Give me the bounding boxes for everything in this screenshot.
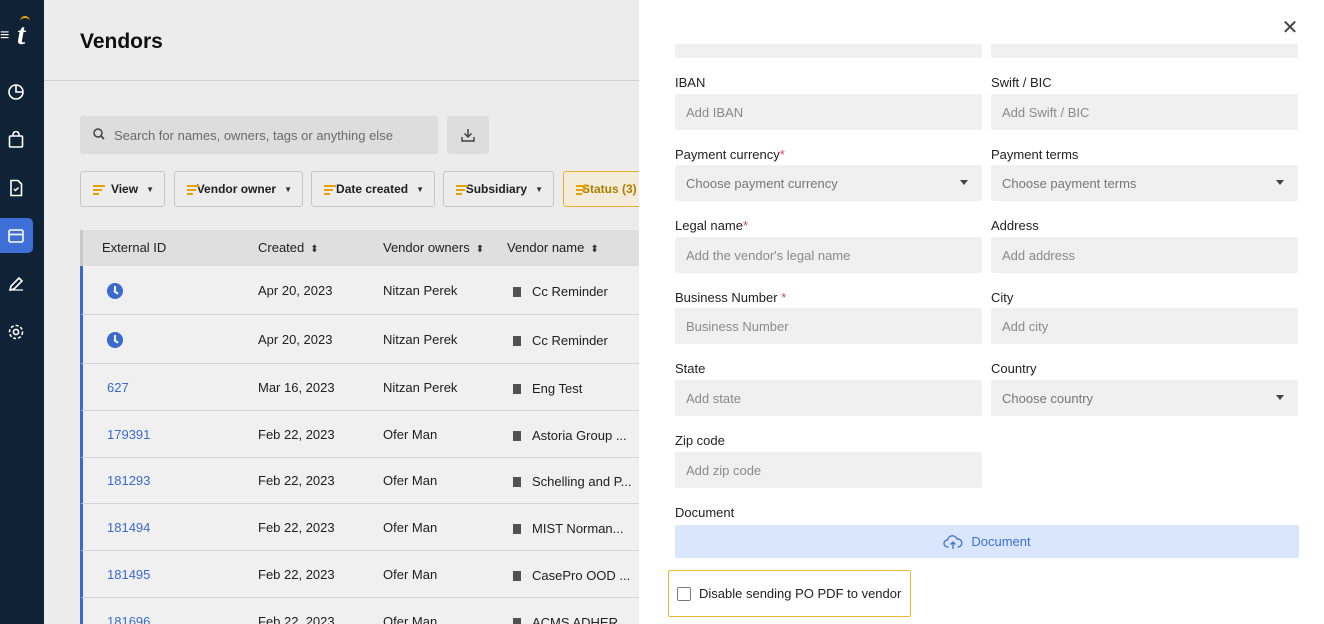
- state-label: State: [675, 361, 706, 376]
- logo: t: [17, 18, 26, 51]
- document-label: Document: [675, 505, 735, 520]
- disable-po-pdf-option[interactable]: Disable sending PO PDF to vendor: [668, 570, 911, 617]
- swift-input[interactable]: [991, 94, 1298, 130]
- branch-name-field-clipped[interactable]: [675, 44, 982, 58]
- shopping-bag-icon[interactable]: [6, 130, 26, 150]
- address-input[interactable]: [991, 237, 1298, 273]
- zip-code-input[interactable]: [675, 452, 982, 488]
- iban-label: IBAN: [675, 75, 706, 90]
- city-label: City: [991, 290, 1014, 305]
- payment-currency-select[interactable]: Choose payment currency: [675, 165, 982, 201]
- menu-icon[interactable]: ≡: [0, 28, 9, 44]
- required-mark: *: [779, 147, 785, 162]
- address-label: Address: [991, 218, 1039, 233]
- payment-terms-select[interactable]: Choose payment terms: [991, 165, 1298, 201]
- zip-code-label: Zip code: [675, 433, 725, 448]
- backdrop-overlay[interactable]: [44, 0, 640, 624]
- document-upload-label: Document: [971, 534, 1031, 549]
- gear-icon[interactable]: [6, 322, 26, 342]
- sidebar: ≡ t: [0, 0, 44, 624]
- dropdown-arrow-icon: [1276, 395, 1284, 400]
- required-mark: *: [781, 290, 787, 305]
- legal-name-label: Legal name*: [675, 218, 749, 233]
- branch-code-field-clipped[interactable]: [991, 44, 1298, 58]
- country-select[interactable]: Choose country: [991, 380, 1298, 416]
- state-input[interactable]: [675, 380, 982, 416]
- iban-input[interactable]: [675, 94, 982, 130]
- legal-name-input[interactable]: [675, 237, 982, 273]
- invoice-icon[interactable]: [6, 178, 26, 198]
- disable-po-pdf-checkbox[interactable]: [677, 586, 691, 601]
- vendors-icon[interactable]: [6, 226, 26, 246]
- pen-icon[interactable]: [6, 274, 26, 294]
- close-icon[interactable]: ✕: [1280, 18, 1300, 38]
- payment-terms-label: Payment terms: [991, 147, 1079, 162]
- vendor-form-drawer: ✕ IBAN Swift / BIC Payment currency* Cho…: [639, 0, 1324, 624]
- dropdown-arrow-icon: [960, 180, 968, 185]
- disable-po-pdf-label: Disable sending PO PDF to vendor: [699, 586, 902, 601]
- dropdown-arrow-icon: [1276, 180, 1284, 185]
- document-upload-button[interactable]: Document: [675, 525, 1299, 558]
- payment-currency-label: Payment currency*: [675, 147, 785, 162]
- business-number-label: Business Number *: [675, 290, 787, 305]
- cloud-upload-icon: [943, 534, 963, 549]
- city-input[interactable]: [991, 308, 1298, 344]
- business-number-input[interactable]: [675, 308, 982, 344]
- pie-chart-icon[interactable]: [6, 82, 26, 102]
- required-mark: *: [742, 218, 749, 233]
- swift-label: Swift / BIC: [991, 75, 1052, 90]
- country-label: Country: [991, 361, 1037, 376]
